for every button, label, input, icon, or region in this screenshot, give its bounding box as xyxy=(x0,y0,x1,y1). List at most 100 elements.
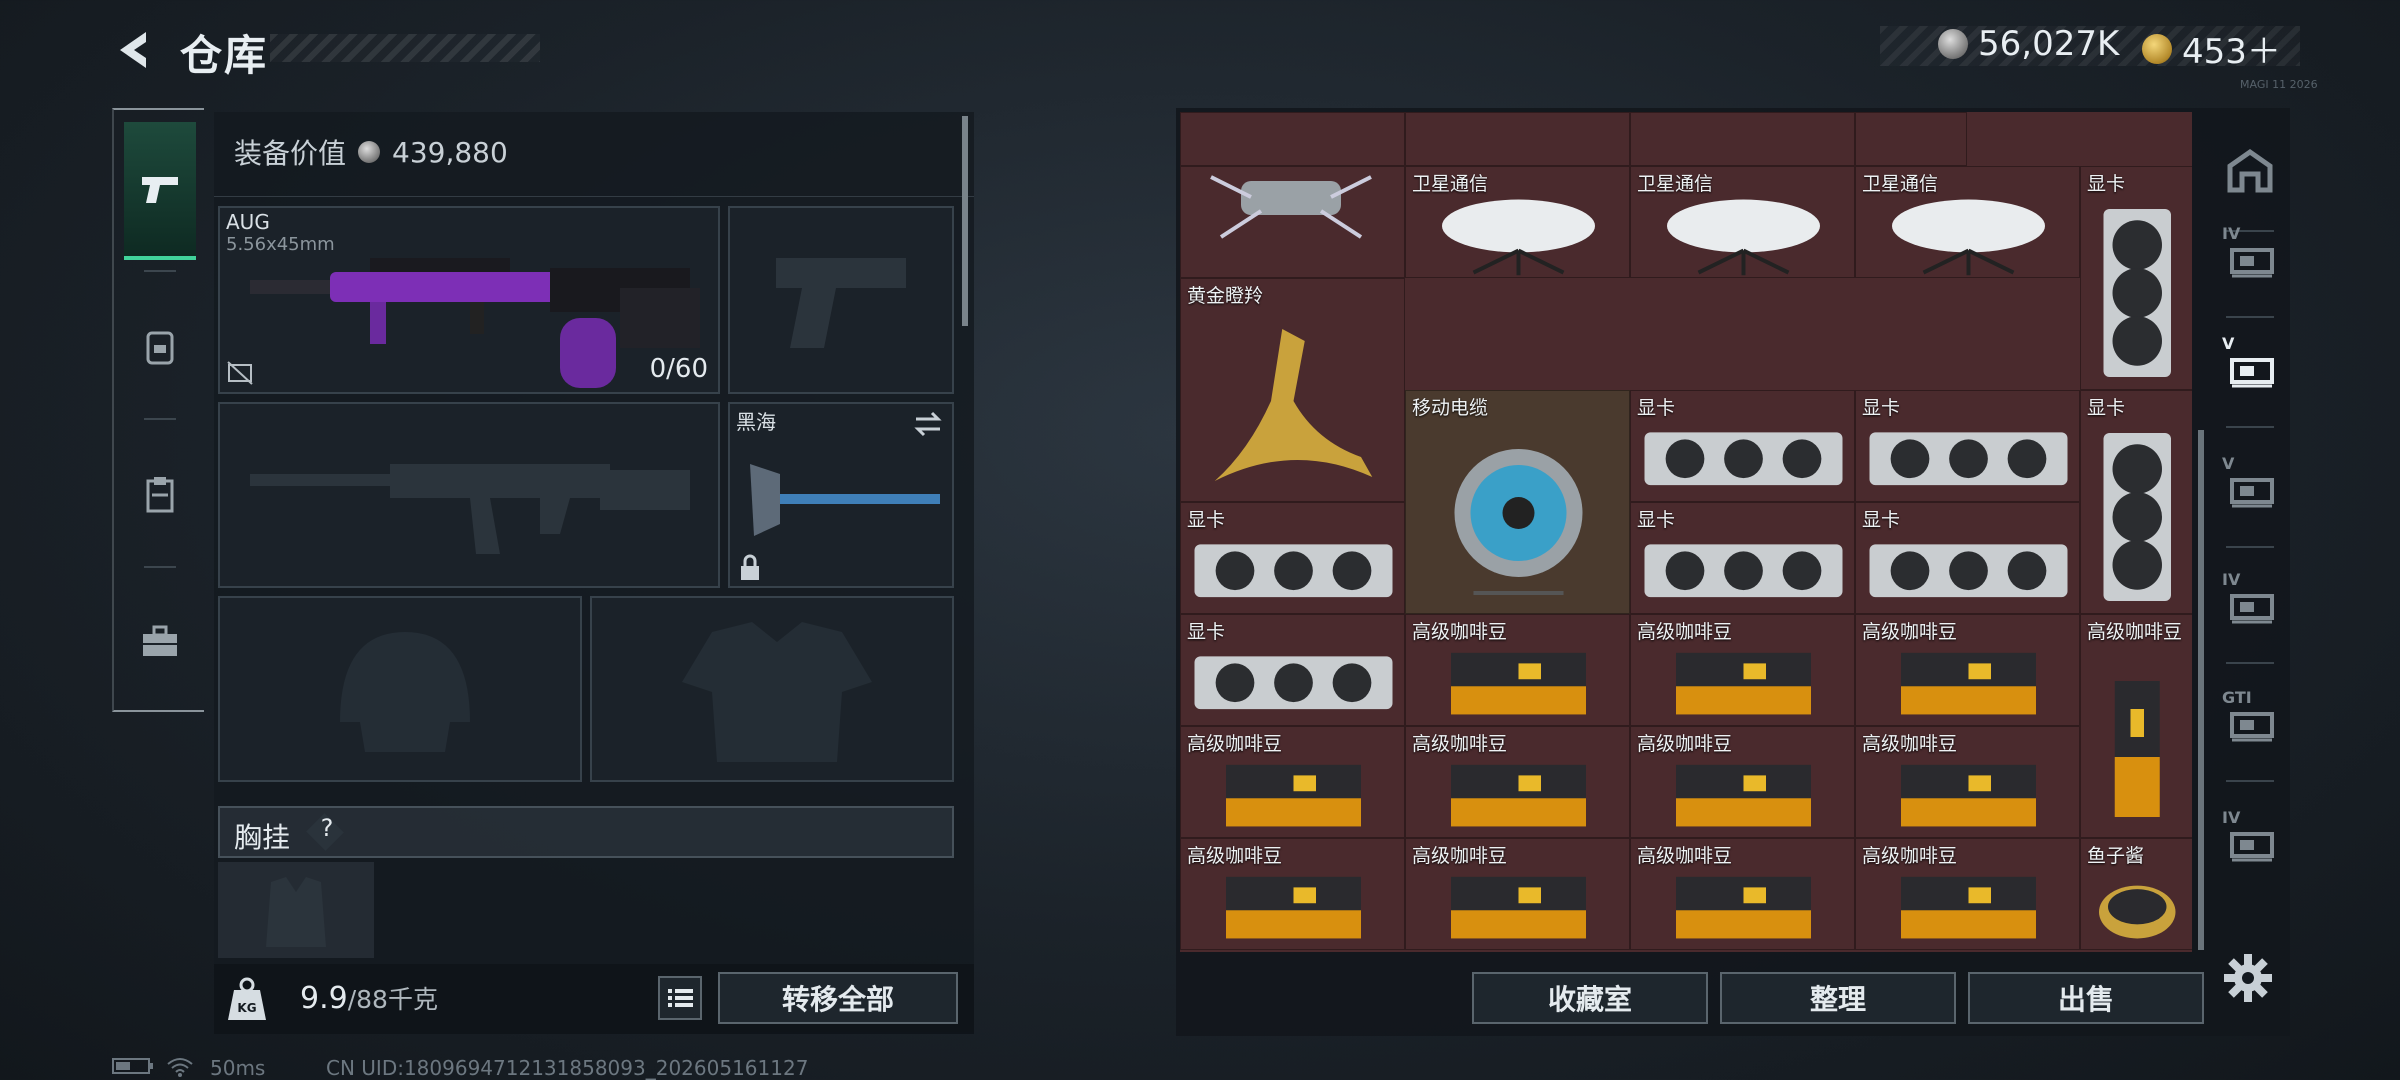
warehouse-4-icon[interactable]: IV xyxy=(2218,570,2282,636)
inventory-cell-partial[interactable] xyxy=(1855,112,1967,166)
armor-slot[interactable] xyxy=(590,596,954,782)
category-toolbox[interactable] xyxy=(124,572,196,710)
item-name: 高级咖啡豆 xyxy=(1412,733,1508,755)
inventory-item[interactable]: 高级咖啡豆 xyxy=(1180,726,1405,838)
settings-gear-icon[interactable] xyxy=(2222,952,2274,1004)
item-name: 显卡 xyxy=(1637,509,1676,531)
inventory-cell-partial[interactable] xyxy=(1630,112,1855,166)
item-name: 高级咖啡豆 xyxy=(1187,733,1283,755)
home-icon[interactable] xyxy=(2218,140,2282,204)
nav-label: IV xyxy=(2222,224,2241,243)
item-name: 鱼子酱 xyxy=(2087,845,2145,867)
inventory-item[interactable]: 鱼子酱 xyxy=(2080,838,2192,950)
category-gear[interactable] xyxy=(124,278,196,416)
primary-weapon-slot[interactable]: AUG 5.56x45mm 0/60 xyxy=(218,206,720,394)
transfer-all-button[interactable]: 转移全部 xyxy=(718,972,958,1024)
inventory-item[interactable]: 高级咖啡豆 xyxy=(1405,838,1630,950)
melee-slot[interactable]: 黑海 xyxy=(728,402,954,588)
helmet-silhouette-icon xyxy=(340,632,470,752)
chest-rig-slot[interactable] xyxy=(218,862,374,958)
category-weapons[interactable] xyxy=(124,122,196,260)
collection-room-button[interactable]: 收藏室 xyxy=(1472,972,1708,1024)
gold-currency[interactable]: 453＋ xyxy=(2142,24,2281,73)
item-name: 高级咖啡豆 xyxy=(1862,733,1958,755)
aug-rifle-icon xyxy=(250,258,700,388)
inventory-cell-partial[interactable] xyxy=(1405,112,1630,166)
inventory-item[interactable]: 显卡 xyxy=(2080,166,2192,390)
inventory-cell-partial[interactable] xyxy=(1180,112,1405,166)
wifi-icon xyxy=(166,1056,194,1080)
inventory-item[interactable]: 显卡 xyxy=(1630,390,1855,502)
inventory-item[interactable]: 显卡 xyxy=(1180,614,1405,726)
pistol-icon xyxy=(142,177,178,203)
nav-label: V xyxy=(2222,454,2235,473)
equipment-value: 装备价值 439,880 xyxy=(234,132,508,172)
inventory-item[interactable]: 高级咖啡豆 xyxy=(1630,726,1855,838)
item-name: 高级咖啡豆 xyxy=(1412,621,1508,643)
drone-icon xyxy=(1210,175,1372,239)
chest-rig-silhouette-icon xyxy=(266,877,326,947)
inventory-item[interactable]: 卫星通信 xyxy=(1630,166,1855,278)
backpack-icon xyxy=(146,331,174,365)
silver-currency: 56,027K xyxy=(1938,24,2119,64)
gpu-v-icon xyxy=(2103,433,2171,601)
back-arrow-icon[interactable] xyxy=(112,28,156,72)
battery-icon xyxy=(112,1056,154,1080)
item-name: 高级咖啡豆 xyxy=(1637,733,1733,755)
swap-icon[interactable] xyxy=(912,410,944,438)
inventory-item[interactable]: 卫星通信 xyxy=(1405,166,1630,278)
inventory-item[interactable]: 显卡 xyxy=(1855,390,2080,502)
helmet-slot[interactable] xyxy=(218,596,582,782)
item-name: 显卡 xyxy=(1187,621,1226,643)
inventory-item[interactable]: 高级咖啡豆 xyxy=(2080,614,2192,838)
inventory-item[interactable]: 高级咖啡豆 xyxy=(1405,614,1630,726)
inventory-scrollbar[interactable] xyxy=(2198,430,2204,950)
inventory-item[interactable]: 高级咖啡豆 xyxy=(1630,838,1855,950)
drone-cell[interactable] xyxy=(1180,166,1405,278)
item-name: 高级咖啡豆 xyxy=(1862,845,1958,867)
item-name: 卫星通信 xyxy=(1637,173,1714,195)
warehouse-5-icon[interactable]: GTI xyxy=(2218,688,2282,754)
secondary-weapon-slot[interactable] xyxy=(728,206,954,394)
inventory-item[interactable]: 卫星通信 xyxy=(1855,166,2080,278)
sell-button[interactable]: 出售 xyxy=(1968,972,2204,1024)
inventory-item[interactable]: 显卡 xyxy=(1630,502,1855,614)
list-icon xyxy=(668,989,693,1007)
item-name: 卫星通信 xyxy=(1412,173,1489,195)
inventory-item[interactable]: 移动电缆 xyxy=(1405,390,1630,614)
inventory-item[interactable]: 高级咖啡豆 xyxy=(1855,726,2080,838)
loadout-scrollbar[interactable] xyxy=(962,116,968,326)
primary-weapon-slot-2[interactable] xyxy=(218,402,720,588)
inventory-item[interactable]: 显卡 xyxy=(1180,502,1405,614)
help-icon[interactable]: ? xyxy=(312,814,342,842)
warehouse-2-icon[interactable]: V xyxy=(2218,334,2282,400)
gpu-v-icon xyxy=(2103,209,2171,377)
inventory-item[interactable]: 显卡 xyxy=(2080,390,2192,614)
svg-text:KG: KG xyxy=(237,1001,256,1015)
axe-icon xyxy=(750,464,940,536)
armor-silhouette-icon xyxy=(682,622,872,762)
nav-label: GTI xyxy=(2222,688,2252,707)
category-clipboard[interactable] xyxy=(124,426,196,564)
inventory-item[interactable]: 显卡 xyxy=(1855,502,2080,614)
title-decoration xyxy=(270,34,540,62)
warehouse-6-icon[interactable]: IV xyxy=(2218,808,2282,874)
inventory-item[interactable]: 高级咖啡豆 xyxy=(1405,726,1630,838)
item-name: 显卡 xyxy=(2087,397,2126,419)
inventory-item[interactable]: 高级咖啡豆 xyxy=(1630,614,1855,726)
warehouse-3-icon[interactable]: V xyxy=(2218,454,2282,520)
gold-coin-icon xyxy=(2142,33,2172,64)
inventory-item[interactable]: 高级咖啡豆 xyxy=(1180,838,1405,950)
inventory-item[interactable]: 高级咖啡豆 xyxy=(1855,838,2080,950)
inventory-item[interactable]: 黄金瞪羚 xyxy=(1180,278,1405,502)
warehouse-1-icon[interactable]: IV xyxy=(2218,224,2282,290)
nav-label: IV xyxy=(2222,808,2241,827)
item-name: 高级咖啡豆 xyxy=(1637,621,1733,643)
item-name: 高级咖啡豆 xyxy=(1412,845,1508,867)
nav-separator xyxy=(2226,546,2274,548)
weight-kg-icon: KG xyxy=(226,976,268,1022)
inventory-item[interactable]: 高级咖啡豆 xyxy=(1855,614,2080,726)
list-view-button[interactable] xyxy=(658,976,702,1020)
uid-text: CN UID:1809694712131858093_202605161127 xyxy=(326,1056,809,1080)
sort-button[interactable]: 整理 xyxy=(1720,972,1956,1024)
